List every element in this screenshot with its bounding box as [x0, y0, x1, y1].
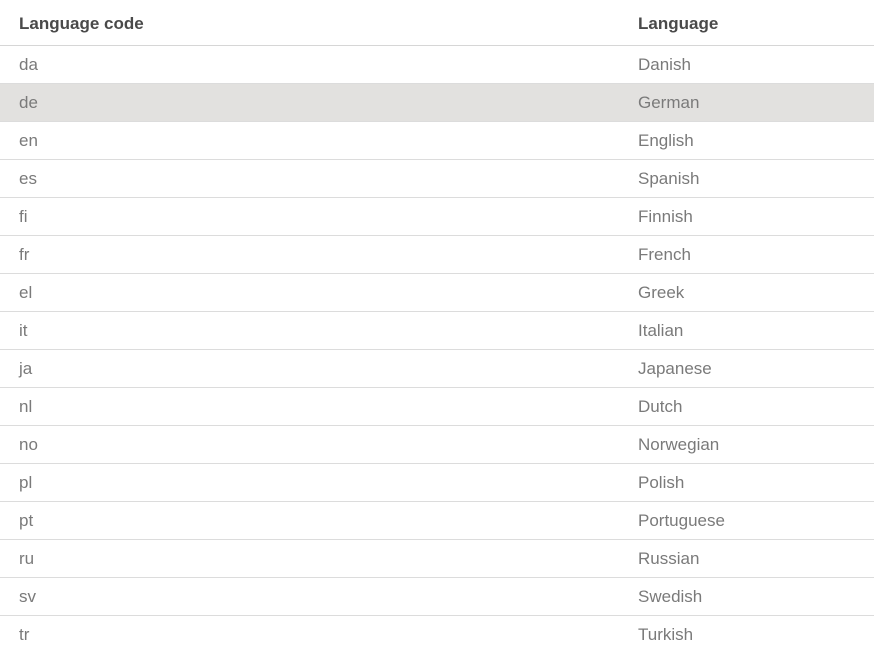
- language-name-cell: Japanese: [638, 358, 712, 378]
- table-row: da Danish: [0, 46, 874, 84]
- language-code-cell: sv: [19, 586, 36, 606]
- language-code-cell: en: [19, 130, 38, 150]
- language-name-cell: Portuguese: [638, 510, 725, 530]
- table-row: fi Finnish: [0, 198, 874, 236]
- language-code-cell: ja: [19, 358, 33, 378]
- column-header-language-code: Language code: [19, 13, 144, 33]
- language-name-cell: Danish: [638, 54, 691, 74]
- table-row: no Norwegian: [0, 426, 874, 464]
- table-row: fr French: [0, 236, 874, 274]
- table-row: pt Portuguese: [0, 502, 874, 540]
- language-code-cell: no: [19, 434, 38, 454]
- table-row: es Spanish: [0, 160, 874, 198]
- table-row: ja Japanese: [0, 350, 874, 388]
- language-code-cell: pl: [19, 472, 33, 492]
- language-code-cell: da: [19, 54, 38, 74]
- language-name-cell: Turkish: [638, 624, 694, 644]
- table-row: el Greek: [0, 274, 874, 312]
- table-row: ru Russian: [0, 540, 874, 578]
- table-row: pl Polish: [0, 464, 874, 502]
- language-name-cell: Dutch: [638, 396, 683, 416]
- language-code-cell: tr: [19, 624, 30, 644]
- language-name-cell: Finnish: [638, 206, 693, 226]
- table-row: tr Turkish: [0, 616, 874, 653]
- language-code-cell: pt: [19, 510, 34, 530]
- language-code-cell: de: [19, 92, 38, 112]
- language-name-cell: Spanish: [638, 168, 700, 188]
- table-row-highlighted: de German: [0, 84, 874, 122]
- language-code-cell: es: [19, 168, 37, 188]
- language-name-cell: French: [638, 244, 691, 264]
- language-code-cell: nl: [19, 396, 33, 416]
- table-row: it Italian: [0, 312, 874, 350]
- language-codes-table: Language code Language da Danish de Germ…: [0, 0, 874, 653]
- language-name-cell: English: [638, 130, 694, 150]
- language-name-cell: Norwegian: [638, 434, 720, 454]
- language-name-cell: German: [638, 92, 700, 112]
- language-code-cell: fr: [19, 244, 30, 264]
- table-row: en English: [0, 122, 874, 160]
- language-name-cell: Greek: [638, 282, 685, 302]
- language-code-cell: el: [19, 282, 33, 302]
- column-header-language: Language: [638, 13, 719, 33]
- language-name-cell: Polish: [638, 472, 685, 492]
- table-header-row: Language code Language: [0, 0, 874, 46]
- table-row: sv Swedish: [0, 578, 874, 616]
- language-name-cell: Russian: [638, 548, 700, 568]
- language-name-cell: Swedish: [638, 586, 703, 606]
- language-name-cell: Italian: [638, 320, 684, 340]
- language-code-cell: ru: [19, 548, 35, 568]
- language-code-cell: fi: [19, 206, 28, 226]
- language-code-cell: it: [19, 320, 28, 340]
- table-row: nl Dutch: [0, 388, 874, 426]
